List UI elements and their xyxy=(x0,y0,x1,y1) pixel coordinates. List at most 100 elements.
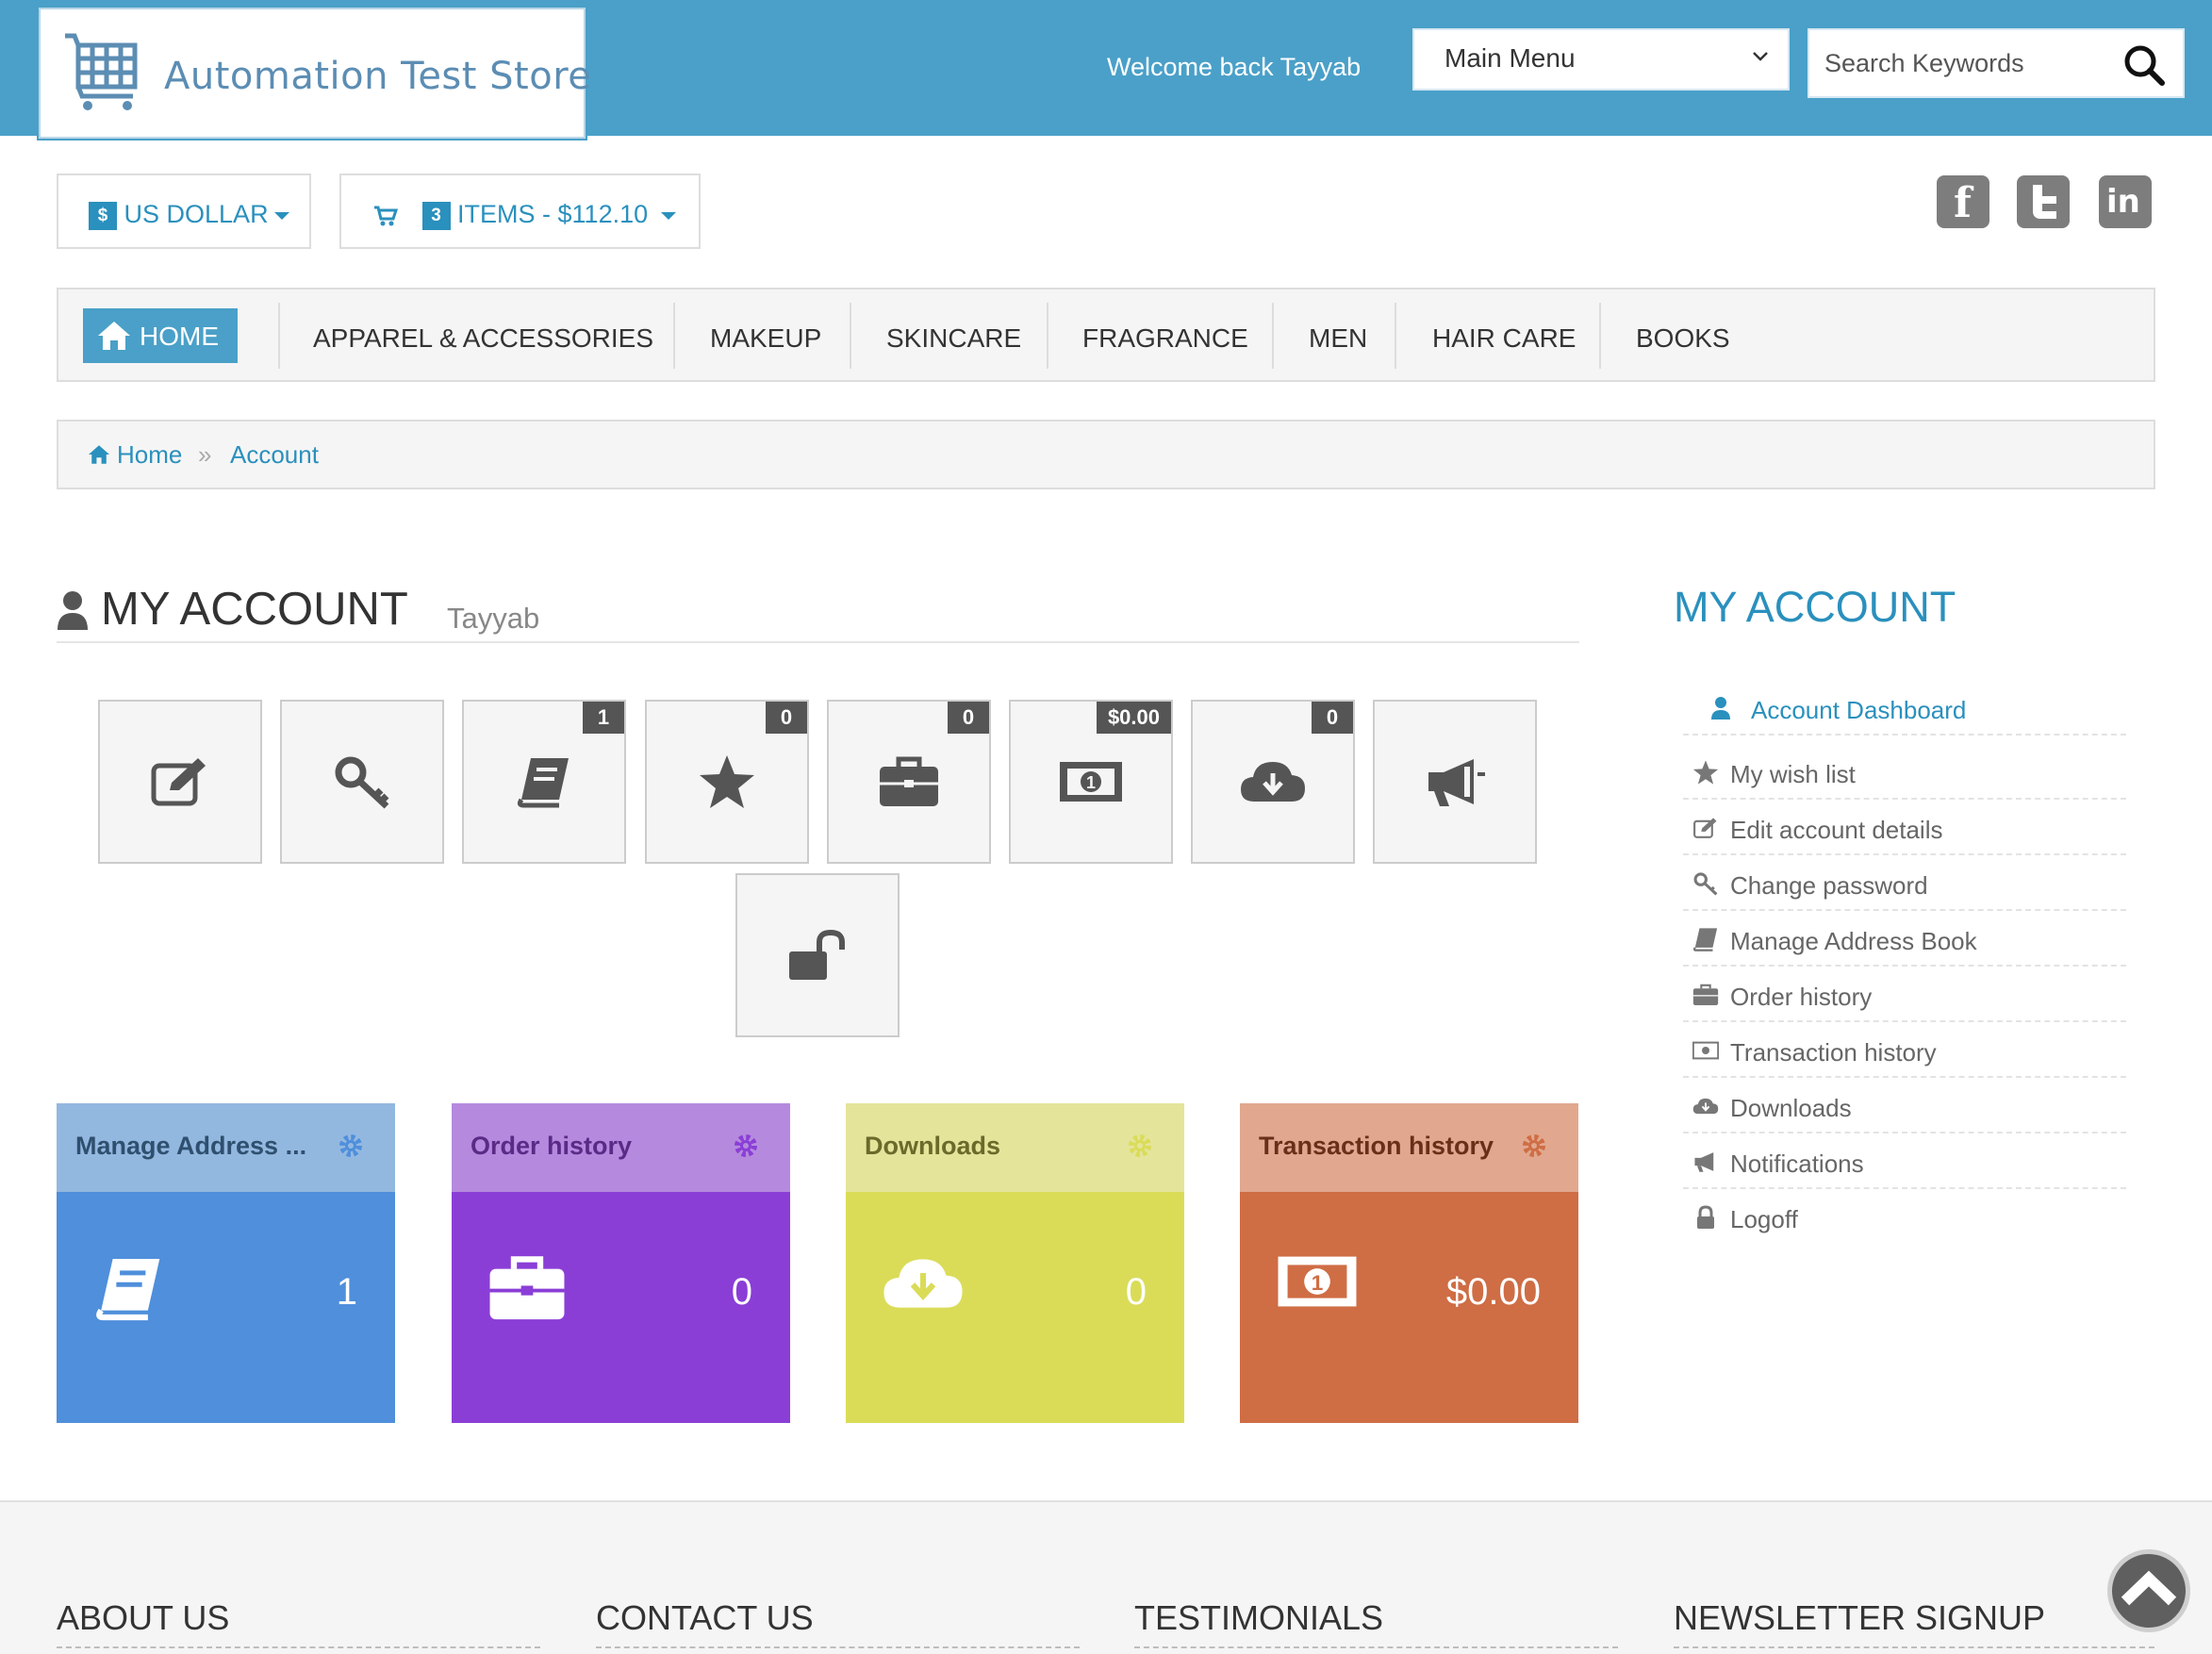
gear-icon[interactable] xyxy=(337,1132,365,1160)
nav-skincare[interactable]: SKINCARE xyxy=(886,323,1021,354)
dashboard-card-body: 1 $0.00 xyxy=(1240,1192,1578,1423)
nav-apparel[interactable]: APPAREL & ACCESSORIES xyxy=(313,323,653,354)
dashboard-card-orders[interactable]: Order history 0 xyxy=(452,1103,790,1423)
sidebar-item-transaction-history[interactable]: Transaction history xyxy=(1683,1023,2126,1078)
breadcrumb: Home » Account xyxy=(57,420,2155,489)
star-icon xyxy=(700,755,754,808)
lock-icon xyxy=(1697,1205,1714,1229)
gear-icon[interactable] xyxy=(1126,1132,1154,1160)
gear-icon[interactable] xyxy=(732,1132,760,1160)
nav-fragrance[interactable]: FRAGRANCE xyxy=(1082,323,1248,354)
nav-men[interactable]: MEN xyxy=(1309,323,1367,354)
edit-icon xyxy=(151,758,206,806)
sidebar-item-edit-account[interactable]: Edit account details xyxy=(1683,801,2126,855)
nav-makeup[interactable]: MAKEUP xyxy=(710,323,821,354)
cart-count-badge: 3 xyxy=(421,201,451,230)
sidebar-item-downloads[interactable]: Downloads xyxy=(1683,1079,2126,1133)
caret-down-icon xyxy=(661,211,677,220)
tile-order-history[interactable]: 0 xyxy=(827,700,991,864)
unlock-icon xyxy=(789,929,845,980)
key-icon xyxy=(335,756,389,809)
dashboard-card-transactions[interactable]: Transaction history 1 $0.00 xyxy=(1240,1103,1578,1423)
megaphone-icon xyxy=(1428,759,1485,806)
briefcase-icon xyxy=(489,1256,565,1320)
footer-divider xyxy=(1134,1646,1618,1648)
gear-icon[interactable] xyxy=(1520,1132,1548,1160)
tile-downloads[interactable]: 0 xyxy=(1191,700,1355,864)
dashboard-card-title: Manage Address ... xyxy=(75,1132,307,1160)
dashboard-card-address[interactable]: Manage Address ... 1 xyxy=(57,1103,395,1423)
search-box xyxy=(1808,28,2185,98)
money-icon: 1 xyxy=(1278,1256,1357,1307)
briefcase-icon xyxy=(880,756,938,806)
breadcrumb-home[interactable]: Home xyxy=(117,440,182,470)
sidebar-title: MY ACCOUNT xyxy=(1674,583,1956,631)
nav-divider xyxy=(850,303,851,369)
linkedin-icon[interactable]: in xyxy=(2099,175,2152,228)
twitter-icon[interactable] xyxy=(2017,175,2070,228)
user-icon xyxy=(58,591,88,630)
transactions-count: $0.00 xyxy=(1096,702,1171,734)
tile-transactions[interactable]: $0.00 1 xyxy=(1009,700,1173,864)
tile-wish-list[interactable]: 0 xyxy=(645,700,809,864)
sidebar-item-label: Change password xyxy=(1730,871,1928,900)
cart-summary: ITEMS - $112.10 xyxy=(457,200,649,228)
dashboard-card-header: Manage Address ... xyxy=(57,1103,395,1192)
footer-heading-testimonials: TESTIMONIALS xyxy=(1134,1598,1384,1637)
tile-logoff[interactable] xyxy=(735,873,900,1037)
nav-books[interactable]: BOOKS xyxy=(1636,323,1730,354)
address-book-icon xyxy=(517,758,569,808)
sidebar-item-wish-list[interactable]: My wish list xyxy=(1683,745,2126,800)
main-menu-select[interactable]: Main Menu xyxy=(1412,28,1790,91)
currency-dropdown[interactable]: $ US DOLLAR xyxy=(57,174,311,249)
key-icon xyxy=(1693,872,1718,896)
sidebar-item-logoff[interactable]: Logoff xyxy=(1683,1190,2126,1245)
address-book-icon xyxy=(1692,928,1718,951)
sidebar-item-change-password[interactable]: Change password xyxy=(1683,856,2126,911)
dashboard-card-body: 1 xyxy=(57,1192,395,1423)
address-book-count: 1 xyxy=(583,702,624,734)
nav-divider xyxy=(1047,303,1048,369)
megaphone-icon xyxy=(1694,1152,1714,1172)
scroll-to-top-button[interactable] xyxy=(2107,1549,2190,1632)
nav-divider xyxy=(1599,303,1601,369)
svg-text:1: 1 xyxy=(1312,1271,1324,1295)
nav-divider xyxy=(1272,303,1274,369)
tile-edit-account[interactable] xyxy=(98,700,262,864)
dashboard-card-header: Order history xyxy=(452,1103,790,1192)
footer-divider xyxy=(57,1646,540,1648)
nav-home[interactable]: HOME xyxy=(83,308,238,363)
nav-divider xyxy=(673,303,675,369)
store-name: Automation Test Store xyxy=(164,55,592,98)
cart-dropdown[interactable]: 3 ITEMS - $112.10 xyxy=(339,174,701,249)
shopping-cart-logo-icon xyxy=(65,33,138,110)
store-logo[interactable]: Automation Test Store xyxy=(37,6,591,141)
welcome-message[interactable]: Welcome back Tayyab xyxy=(1107,53,1361,82)
sidebar-item-label: Logoff xyxy=(1730,1205,1798,1233)
sidebar-item-label: Order history xyxy=(1730,983,1873,1011)
facebook-icon[interactable]: f xyxy=(1937,175,1989,228)
category-nav: HOME APPAREL & ACCESSORIES MAKEUP SKINCA… xyxy=(57,288,2155,382)
sidebar-item-account-dashboard[interactable]: Account Dashboard xyxy=(1683,681,2126,736)
order-history-count: 0 xyxy=(948,702,989,734)
nav-hair-care[interactable]: HAIR CARE xyxy=(1432,323,1576,354)
nav-divider xyxy=(1395,303,1396,369)
sidebar-item-order-history[interactable]: Order history xyxy=(1683,968,2126,1022)
currency-label: US DOLLAR xyxy=(124,200,269,228)
dashboard-card-value: $0.00 xyxy=(1445,1271,1541,1313)
search-icon[interactable] xyxy=(2122,43,2166,87)
search-input[interactable] xyxy=(1824,43,2107,83)
page-title: MY ACCOUNT xyxy=(101,584,408,635)
sidebar-item-notifications[interactable]: Notifications xyxy=(1683,1134,2126,1189)
tile-notifications[interactable] xyxy=(1373,700,1537,864)
dashboard-card-downloads[interactable]: Downloads 0 xyxy=(846,1103,1184,1423)
sidebar-item-label: Account Dashboard xyxy=(1751,696,1967,724)
nav-home-label: HOME xyxy=(140,322,219,351)
dashboard-card-header: Downloads xyxy=(846,1103,1184,1192)
tile-address-book[interactable]: 1 xyxy=(462,700,626,864)
breadcrumb-account[interactable]: Account xyxy=(230,440,319,470)
tile-change-password[interactable] xyxy=(280,700,444,864)
dashboard-card-value: 0 xyxy=(1125,1271,1147,1313)
sidebar-item-address-book[interactable]: Manage Address Book xyxy=(1683,912,2126,967)
dashboard-card-body: 0 xyxy=(452,1192,790,1423)
